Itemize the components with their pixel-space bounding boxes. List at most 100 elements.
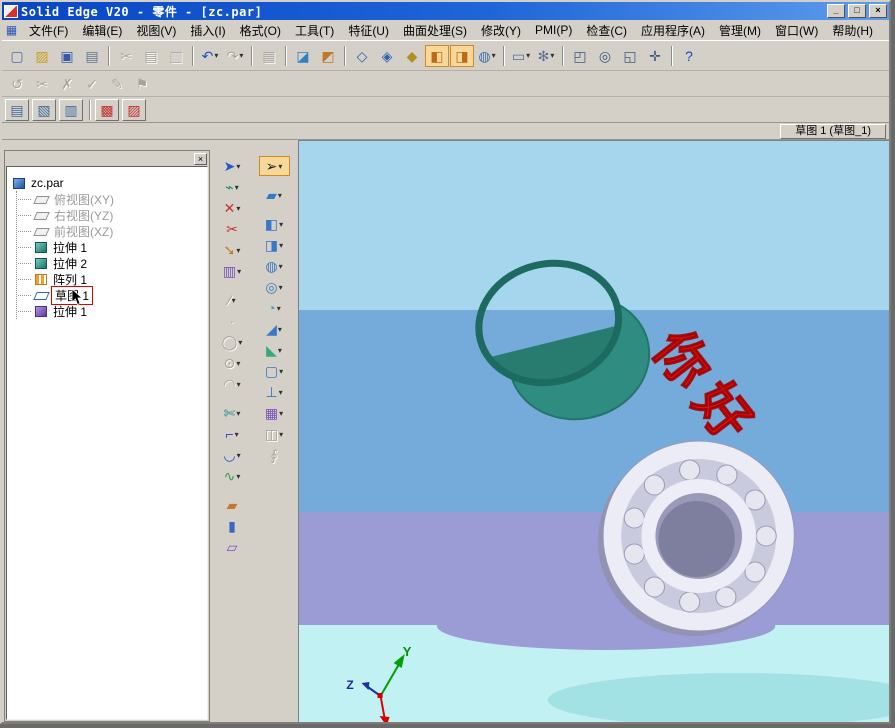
trim-tool-button[interactable]: ✄ ▾ bbox=[219, 403, 246, 423]
open-button[interactable]: ▨ bbox=[30, 45, 54, 67]
dropdown-arrow-icon[interactable]: ▾ bbox=[277, 304, 281, 313]
tube-model[interactable] bbox=[466, 244, 662, 439]
document-icon[interactable]: ▦ bbox=[4, 23, 19, 38]
part-painter-button[interactable]: ▨ bbox=[122, 98, 146, 121]
thin-wall-button[interactable]: ▢ ▾ bbox=[259, 361, 290, 381]
dropdown-arrow-icon[interactable]: ▾ bbox=[214, 51, 218, 60]
dropdown-arrow-icon[interactable]: ▾ bbox=[237, 267, 241, 276]
dropdown-arrow-icon[interactable]: ▾ bbox=[236, 246, 240, 255]
dropdown-arrow-icon[interactable]: ▾ bbox=[278, 325, 282, 334]
dropdown-arrow-icon[interactable]: ▾ bbox=[278, 346, 282, 355]
view-settings-button[interactable]: ✻ ▾ bbox=[534, 45, 558, 67]
zoom-area-button[interactable]: ◰ bbox=[568, 45, 592, 67]
named-views-button[interactable]: ▭ ▾ bbox=[509, 45, 533, 67]
dropdown-arrow-icon[interactable]: ▾ bbox=[279, 283, 283, 292]
dropdown-arrow-icon[interactable]: ▾ bbox=[279, 220, 283, 229]
delete-relation-button[interactable]: ✕ ▾ bbox=[219, 198, 246, 218]
dropdown-arrow-icon[interactable]: ▾ bbox=[232, 296, 236, 305]
close-button[interactable]: × bbox=[869, 4, 887, 18]
pattern-fill-button[interactable]: ▥ ▾ bbox=[219, 261, 246, 281]
tree-item-6[interactable]: 草图 1 bbox=[9, 285, 205, 305]
tree-root[interactable]: zc.par bbox=[9, 175, 205, 191]
maximize-button[interactable]: □ bbox=[848, 4, 866, 18]
view-shaded-edges-button[interactable]: ◨ bbox=[450, 44, 474, 67]
document-tab[interactable]: 草图 1 (草图_1) bbox=[780, 123, 886, 139]
dropdown-arrow-icon[interactable]: ▾ bbox=[279, 430, 283, 439]
dropdown-arrow-icon[interactable]: ▾ bbox=[236, 162, 240, 171]
round-button[interactable]: ◔ ▾ bbox=[259, 298, 290, 318]
connect-relation-button[interactable]: ⌁ ▾ bbox=[219, 177, 246, 197]
layout-single-button[interactable]: ▤ bbox=[5, 98, 29, 121]
paint-area-button[interactable]: ▰ bbox=[219, 495, 246, 515]
view-hidden-edge-button[interactable]: ◈ bbox=[375, 45, 399, 67]
menu-item-9[interactable]: PMI(P) bbox=[528, 21, 579, 39]
menu-item-10[interactable]: 检查(C) bbox=[579, 20, 634, 41]
smart-step-button[interactable]: ◩ bbox=[316, 45, 340, 67]
cutout-button[interactable]: ◨ ▾ bbox=[259, 235, 290, 255]
select-arrow-button[interactable]: ➢ ▾ bbox=[258, 156, 290, 176]
fit-button[interactable]: ◱ bbox=[618, 45, 642, 67]
dropdown-arrow-icon[interactable]: ▾ bbox=[279, 262, 283, 271]
new-document-button[interactable]: ▢ bbox=[5, 45, 29, 67]
undo-button[interactable]: ↶ ▾ bbox=[198, 45, 222, 67]
dropdown-arrow-icon[interactable]: ▾ bbox=[550, 51, 554, 60]
dropdown-arrow-icon[interactable]: ▾ bbox=[235, 430, 239, 439]
dropdown-arrow-icon[interactable]: ▾ bbox=[492, 51, 496, 60]
print-button[interactable]: ▤ bbox=[80, 45, 104, 67]
dropdown-arrow-icon[interactable]: ▾ bbox=[236, 204, 240, 213]
minimize-button[interactable]: _ bbox=[827, 4, 845, 18]
menu-item-7[interactable]: 曲面处理(S) bbox=[396, 20, 474, 41]
menu-item-8[interactable]: 修改(Y) bbox=[474, 20, 528, 41]
menu-item-12[interactable]: 管理(M) bbox=[712, 20, 768, 41]
sketch-step-button[interactable]: ◪ bbox=[291, 45, 315, 67]
dropdown-arrow-icon[interactable]: ▾ bbox=[236, 472, 240, 481]
hatch-pattern-button[interactable]: ▱ bbox=[219, 537, 246, 557]
tree-item-4[interactable]: 拉伸 2 bbox=[9, 255, 205, 271]
tree-item-1[interactable]: 右视图(YZ) bbox=[9, 207, 205, 223]
chamfer-button[interactable]: ◢ ▾ bbox=[259, 319, 290, 339]
dropdown-arrow-icon[interactable]: ▾ bbox=[278, 162, 282, 171]
view-shaded-button[interactable]: ◧ bbox=[425, 44, 449, 67]
dropdown-arrow-icon[interactable]: ▾ bbox=[279, 409, 283, 418]
menu-item-13[interactable]: 窗口(W) bbox=[768, 20, 825, 41]
corner-tool-button[interactable]: ⌐ ▾ bbox=[219, 424, 246, 444]
dropdown-arrow-icon[interactable]: ▾ bbox=[237, 451, 241, 460]
dropdown-arrow-icon[interactable]: ▾ bbox=[236, 359, 240, 368]
select-face-button[interactable]: ➤ ▾ bbox=[219, 156, 246, 176]
tree-item-5[interactable]: 阵列 1 bbox=[9, 271, 205, 287]
dropdown-arrow-icon[interactable]: ▾ bbox=[238, 338, 242, 347]
menu-item-2[interactable]: 视图(V) bbox=[129, 20, 183, 41]
delete-element-button[interactable]: ✂ bbox=[219, 219, 246, 239]
color-manager-button[interactable]: ▩ bbox=[95, 98, 119, 121]
save-button[interactable]: ▣ bbox=[55, 45, 79, 67]
spline-tool-button[interactable]: ∿ ▾ bbox=[219, 466, 246, 486]
layout-grid-button[interactable]: ▥ bbox=[59, 98, 83, 121]
hole-button[interactable]: ◎ ▾ bbox=[259, 277, 290, 297]
menu-item-14[interactable]: 帮助(H) bbox=[825, 20, 880, 41]
menu-item-6[interactable]: 特征(U) bbox=[341, 20, 396, 41]
menu-item-5[interactable]: 工具(T) bbox=[288, 20, 341, 41]
tree-item-2[interactable]: 前视图(XZ) bbox=[9, 223, 205, 239]
tree-item-3[interactable]: 拉伸 1 bbox=[9, 239, 205, 255]
pan-button[interactable]: ✛ bbox=[643, 45, 667, 67]
dropdown-arrow-icon[interactable]: ▾ bbox=[279, 367, 283, 376]
edgebar-close-button[interactable]: × bbox=[194, 152, 207, 165]
help-button[interactable]: ? bbox=[677, 45, 701, 67]
bearing-model[interactable] bbox=[598, 440, 795, 636]
layout-split-button[interactable]: ▧ bbox=[32, 98, 56, 121]
menu-item-0[interactable]: 文件(F) bbox=[22, 20, 75, 41]
rib-button[interactable]: ⊥ ▾ bbox=[259, 382, 290, 402]
dropdown-arrow-icon[interactable]: ▾ bbox=[279, 241, 283, 250]
move-rotate-button[interactable]: ➘ ▾ bbox=[219, 240, 246, 260]
dropdown-arrow-icon[interactable]: ▾ bbox=[237, 380, 241, 389]
tree-item-7[interactable]: 拉伸 1 bbox=[9, 303, 205, 319]
menu-item-4[interactable]: 格式(O) bbox=[233, 20, 288, 41]
menu-item-1[interactable]: 编辑(E) bbox=[75, 20, 129, 41]
fill-color-button[interactable]: ▮ bbox=[219, 516, 246, 536]
sketch-button[interactable]: ▰ ▾ bbox=[259, 185, 290, 205]
pattern-feature-button[interactable]: ▦ ▾ bbox=[259, 403, 290, 423]
dropdown-arrow-icon[interactable]: ▾ bbox=[236, 409, 240, 418]
menu-item-3[interactable]: 插入(I) bbox=[183, 20, 232, 41]
dropdown-arrow-icon[interactable]: ▾ bbox=[278, 191, 282, 200]
dropdown-arrow-icon[interactable]: ▾ bbox=[526, 51, 530, 60]
